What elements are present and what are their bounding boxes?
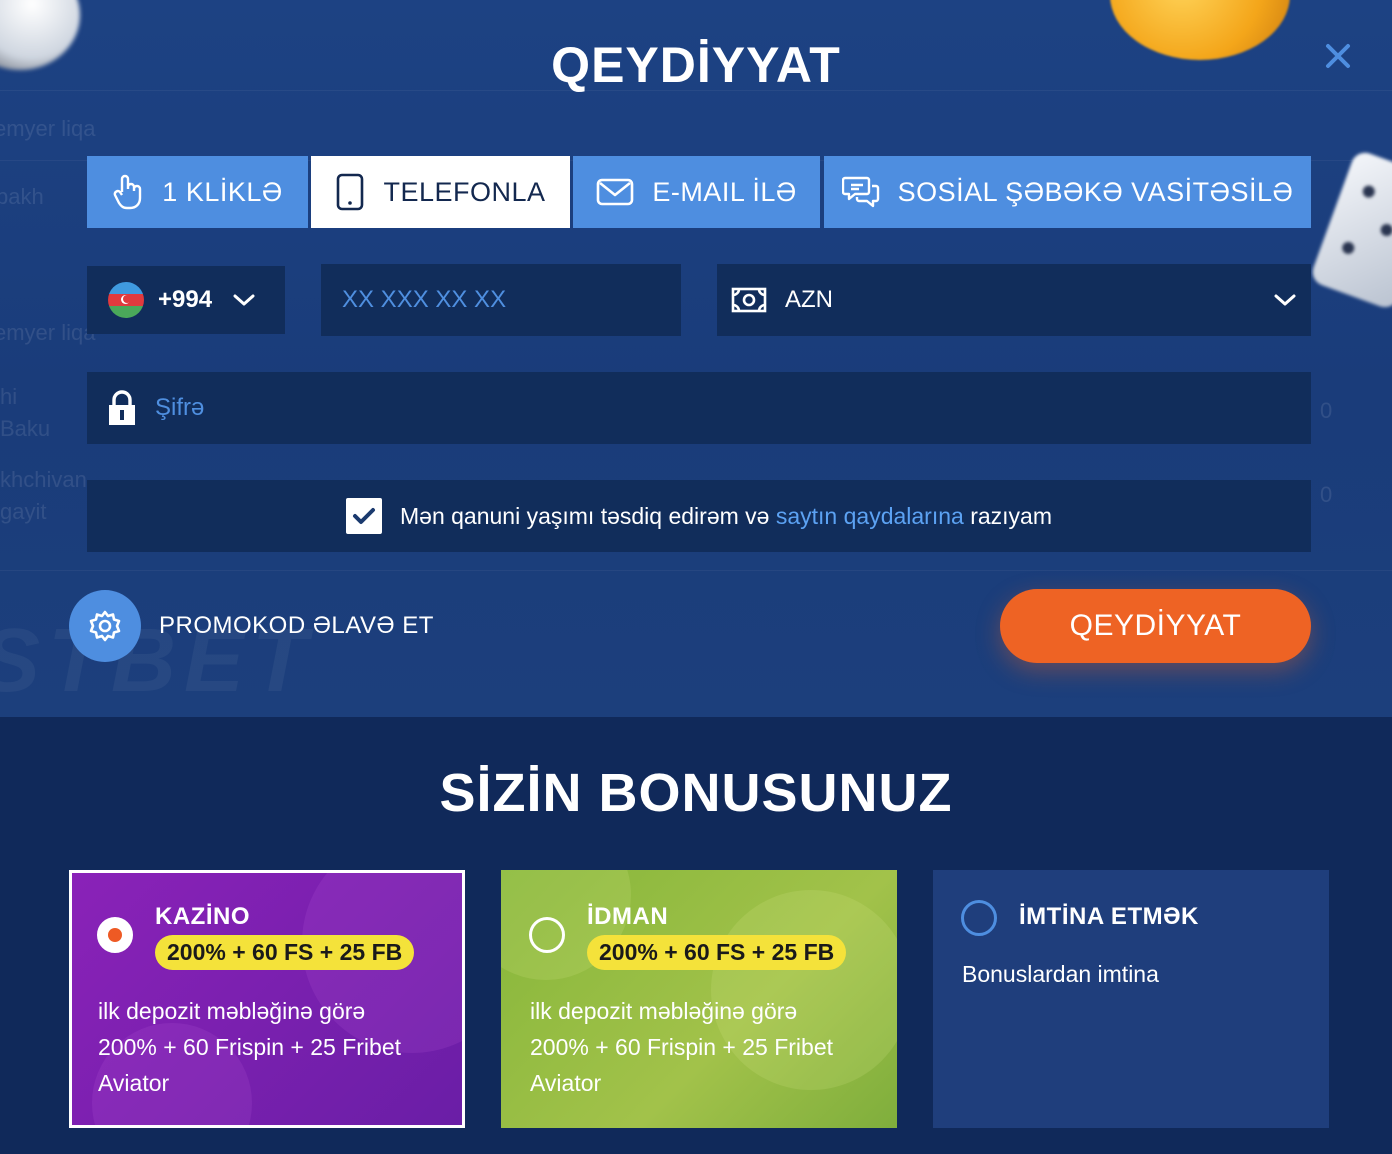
- bonus-description: ilk depozit məbləğinə görə 200% + 60 Fri…: [530, 993, 833, 1101]
- checkmark-icon: [353, 508, 375, 524]
- hand-pointer-icon: [113, 174, 142, 210]
- chevron-down-icon: [233, 294, 255, 306]
- bonus-card-title: KAZİNO: [155, 903, 250, 930]
- bg-text: bakh: [0, 184, 44, 209]
- tab-label: 1 KLİKLƏ: [162, 176, 283, 207]
- promo-code-label: PROMOKOD ƏLAVƏ ET: [159, 612, 434, 639]
- rules-link[interactable]: saytın qaydalarına: [776, 503, 964, 530]
- bonus-description-line: Aviator: [98, 1070, 170, 1096]
- bonus-section: SİZİN BONUSUNUZ KAZİNO 200% + 60 FS + 25…: [0, 717, 1392, 1154]
- envelope-icon: [597, 178, 634, 206]
- azerbaijan-flag-icon: [108, 282, 144, 318]
- gear-icon: [89, 610, 121, 642]
- bg-text: hi: [0, 384, 18, 409]
- bg-divider: [0, 570, 1392, 571]
- tab-email[interactable]: E-MAIL İLƏ: [573, 156, 820, 228]
- bg-text: khchivan: [0, 467, 87, 492]
- bonus-radio-sport[interactable]: [529, 917, 565, 953]
- password-field[interactable]: [87, 372, 1311, 444]
- bonus-card-decline[interactable]: İMTİNA ETMƏK Bonuslardan imtina: [933, 870, 1329, 1128]
- dice-decoration: [1308, 148, 1392, 312]
- bonus-description: Bonuslardan imtina: [962, 961, 1159, 987]
- promo-code-button[interactable]: PROMOKOD ƏLAVƏ ET: [69, 590, 434, 662]
- bg-text: 0: [1320, 398, 1333, 423]
- tab-social[interactable]: SOSİAL ŞƏBƏKƏ VASİTƏSİLƏ: [824, 156, 1311, 228]
- bonus-card-title: İDMAN: [587, 903, 669, 930]
- currency-value: AZN: [785, 286, 833, 313]
- tab-one-click[interactable]: 1 KLİKLƏ: [87, 156, 308, 228]
- country-code-select[interactable]: +994: [87, 266, 285, 334]
- bonus-description-line: Aviator: [530, 1070, 602, 1096]
- bonus-card-sport[interactable]: İDMAN 200% + 60 FS + 25 FB ilk depozit m…: [501, 870, 897, 1128]
- register-submit-button[interactable]: QEYDİYYAT: [1000, 589, 1311, 663]
- bonus-description-line: 200% + 60 Frispin + 25 Fribet: [530, 1034, 833, 1060]
- agree-text-end: razıyam: [963, 502, 1052, 529]
- phone-field[interactable]: [321, 264, 681, 336]
- currency-select[interactable]: AZN: [717, 264, 1311, 336]
- bonus-badge: 200% + 60 FS + 25 FB: [587, 935, 847, 970]
- age-confirm-row: Mən qanuni yaşımı təsdiq edirəm və saytı…: [87, 480, 1311, 552]
- tablet-icon: [337, 173, 364, 211]
- age-confirm-checkbox[interactable]: [346, 498, 382, 534]
- registration-modal: emyer liqa bakh emyer liqa hi Baku khchi…: [0, 0, 1392, 717]
- chat-bubbles-icon: [841, 176, 879, 208]
- tab-label: SOSİAL ŞƏBƏKƏ VASİTƏSİLƏ: [897, 176, 1294, 207]
- lock-icon: [109, 390, 135, 425]
- bg-text: Baku: [0, 416, 51, 441]
- bonus-description: ilk depozit məbləğinə görə 200% + 60 Fri…: [98, 993, 401, 1101]
- country-code-value: +994: [158, 286, 213, 313]
- tab-phone[interactable]: TELEFONLA: [311, 156, 570, 228]
- bonus-card-title: İMTİNA ETMƏK: [1019, 903, 1199, 930]
- bonus-card-casino[interactable]: KAZİNO 200% + 60 FS + 25 FB ilk depozit …: [69, 870, 465, 1128]
- password-input[interactable]: [155, 394, 1311, 422]
- phone-input[interactable]: [342, 286, 681, 314]
- bonus-title: SİZİN BONUSUNUZ: [439, 763, 953, 823]
- tab-label: E-MAIL İLƏ: [652, 176, 797, 207]
- bonus-badge: 200% + 60 FS + 25 FB: [155, 935, 415, 970]
- bg-text: gayit: [0, 499, 47, 524]
- bonus-description-line: 200% + 60 Frispin + 25 Fribet: [98, 1034, 401, 1060]
- close-button[interactable]: [1322, 40, 1354, 72]
- promo-icon-circle: [69, 590, 141, 662]
- bonus-description-line: ilk depozit məbləğinə görə: [98, 998, 366, 1024]
- bonus-radio-decline[interactable]: [961, 900, 997, 936]
- bg-text: 0: [1320, 482, 1333, 507]
- agree-text: Mən qanuni yaşımı təsdiq edirəm və: [400, 502, 776, 529]
- bg-text: emyer liqa: [0, 116, 96, 141]
- bonus-radio-casino[interactable]: [97, 917, 133, 953]
- bonus-description-line: ilk depozit məbləğinə görə: [530, 998, 798, 1024]
- modal-title: QEYDİYYAT: [551, 37, 841, 93]
- money-bill-icon: [731, 287, 767, 313]
- tab-label: TELEFONLA: [383, 176, 546, 207]
- chevron-down-icon: [1274, 294, 1296, 306]
- bg-text: emyer liqa: [0, 320, 96, 345]
- close-icon: [1326, 44, 1350, 68]
